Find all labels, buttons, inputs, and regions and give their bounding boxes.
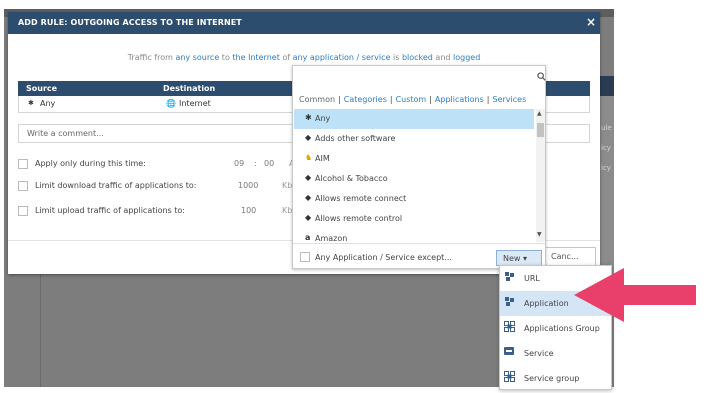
group-icon <box>504 321 515 332</box>
upload-limit-label: Limit upload traffic of applications to: <box>35 206 185 215</box>
background-text: icy <box>601 164 611 172</box>
background-divider <box>40 270 41 387</box>
summary-text: and <box>432 53 454 62</box>
download-limit-label: Limit download traffic of applications t… <box>35 181 197 190</box>
background-text: ule <box>601 124 612 132</box>
category-tag-icon: ◆ <box>305 133 312 142</box>
list-item[interactable]: ◆ Adds other software <box>294 129 534 149</box>
list-item[interactable]: ◆ Alcohol & Tobacco <box>294 169 534 189</box>
tab-separator: | <box>389 95 393 104</box>
dropdown-tabs: Common | Categories | Custom | Applications | Se… <box>299 95 526 104</box>
summary-log-link[interactable]: logged <box>453 53 480 62</box>
menu-item-label: Applications Group <box>524 324 600 333</box>
tab-custom[interactable]: Custom <box>396 95 427 104</box>
annotation-arrow-icon <box>574 268 696 322</box>
tab-common[interactable]: Common <box>299 95 335 104</box>
any-icon: ✱ <box>305 113 312 122</box>
amazon-logo-icon: a <box>305 233 311 242</box>
list-item[interactable]: a Amazon <box>294 229 534 242</box>
upload-limit-field[interactable]: 100 <box>241 206 256 215</box>
puzzle-icon <box>504 271 515 282</box>
tab-separator: | <box>338 95 341 104</box>
dropdown-scrollbar[interactable]: ▲ ▼ <box>536 109 545 242</box>
list-item-label: Allows remote control <box>315 214 403 223</box>
list-item-label: Any <box>315 114 331 123</box>
tab-applications[interactable]: Applications <box>435 95 484 104</box>
download-limit-field[interactable]: 1000 <box>238 181 258 190</box>
list-item-label: Alcohol & Tobacco <box>315 174 388 183</box>
category-tag-icon: ◆ <box>305 213 312 222</box>
destination-value[interactable]: Internet <box>179 99 211 108</box>
summary-text: of <box>279 53 293 62</box>
time-colon: : <box>254 159 257 168</box>
menu-item-label: Service <box>524 349 554 358</box>
application-list: ✱ Any ◆ Adds other software ♞ AIM ◆ Alco… <box>294 109 534 242</box>
service-icon <box>504 347 514 355</box>
tab-separator: | <box>429 95 432 104</box>
category-tag-icon: ◆ <box>305 173 312 182</box>
menu-item-label: Application <box>524 299 569 308</box>
globe-icon: 🌐 <box>166 99 176 108</box>
summary-application-link[interactable]: any application / service <box>293 53 391 62</box>
summary-text: Traffic from <box>127 53 176 62</box>
background-side-panel <box>598 96 614 276</box>
cancel-button[interactable]: Canc... <box>541 247 596 267</box>
tab-separator: | <box>486 95 490 104</box>
except-label: Any Application / Service except... <box>315 253 452 262</box>
list-item-label: Allows remote connect <box>315 194 407 203</box>
rule-summary: Traffic from any source to the Internet … <box>8 53 600 62</box>
column-header-source: Source <box>26 84 58 93</box>
dialog-header: ADD RULE: OUTGOING ACCESS TO THE INTERNE… <box>8 12 600 34</box>
menu-item-service-group[interactable]: Service group <box>500 366 611 391</box>
except-checkbox[interactable] <box>300 252 310 262</box>
menu-item-label: Service group <box>524 374 580 383</box>
scroll-down-icon[interactable]: ▼ <box>537 231 542 238</box>
hour-field[interactable]: 09 <box>234 159 244 168</box>
new-button[interactable]: New ▾ <box>496 250 542 266</box>
puzzle-icon <box>504 296 515 307</box>
list-item-any[interactable]: ✱ Any <box>294 109 534 129</box>
tab-categories[interactable]: Categories <box>344 95 387 104</box>
time-checkbox[interactable] <box>18 159 28 169</box>
background-text: icy <box>601 144 611 152</box>
summary-source-link[interactable]: any source <box>175 53 219 62</box>
column-header-destination: Destination <box>163 84 216 93</box>
upload-limit-checkbox[interactable] <box>18 206 28 216</box>
summary-action-link[interactable]: blocked <box>402 53 433 62</box>
dropdown-footer-divider <box>293 243 545 244</box>
tab-services[interactable]: Services <box>493 95 527 104</box>
menu-item-label: URL <box>524 274 540 283</box>
list-item-label: Amazon <box>315 234 348 242</box>
list-item-label: AIM <box>315 154 330 163</box>
scroll-thumb[interactable] <box>537 123 544 137</box>
time-label: Apply only during this time: <box>35 159 146 168</box>
list-item-label: Adds other software <box>315 134 396 143</box>
list-item[interactable]: ◆ Allows remote connect <box>294 189 534 209</box>
category-tag-icon: ◆ <box>305 193 312 202</box>
application-dropdown: Common | Categories | Custom | Applications | Se… <box>292 65 546 269</box>
background-panel-header <box>598 76 614 96</box>
any-icon: ✱ <box>28 99 34 107</box>
close-icon[interactable]: × <box>584 15 598 29</box>
scroll-up-icon[interactable]: ▲ <box>537 110 542 117</box>
list-item[interactable]: ♞ AIM <box>294 149 534 169</box>
summary-text: to <box>219 53 233 62</box>
summary-text: is <box>390 53 402 62</box>
summary-destination-link[interactable]: the Internet <box>232 53 279 62</box>
source-value[interactable]: Any <box>40 99 55 108</box>
minute-field[interactable]: 00 <box>264 159 274 168</box>
menu-item-service[interactable]: Service <box>500 341 611 366</box>
aim-logo-icon: ♞ <box>305 153 313 162</box>
group-icon <box>504 371 515 382</box>
download-limit-checkbox[interactable] <box>18 181 28 191</box>
search-icon[interactable] <box>537 72 546 84</box>
dialog-title: ADD RULE: OUTGOING ACCESS TO THE INTERNE… <box>18 18 242 27</box>
list-item[interactable]: ◆ Allows remote control <box>294 209 534 229</box>
